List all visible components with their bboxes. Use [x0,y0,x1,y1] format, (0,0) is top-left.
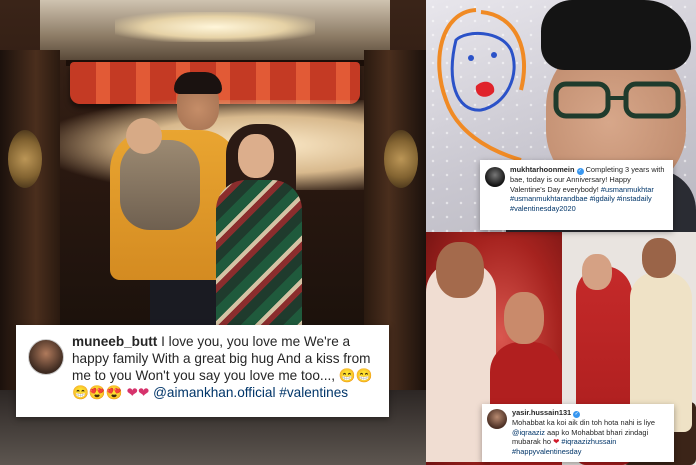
woman-figure [216,180,302,340]
username-link[interactable]: muneeb_butt [72,334,157,349]
avatar[interactable] [485,167,505,187]
mention-link[interactable]: @iqraaziz [512,428,545,437]
bride-face [582,254,612,290]
caption-text: yasir.hussain131 ✓ Mohabbat ka koi aik d… [512,408,669,456]
caption-body: Mohabbat ka koi aik din toh hota nahi is… [512,418,655,427]
caption-text: muneeb_butt I love you, you love me We'r… [72,333,379,401]
hashtag-link[interactable]: #usmanmukhtar [601,185,654,194]
groom-face [436,242,484,298]
heart-icon: ❤ [553,437,560,447]
glasses-icon [553,81,681,119]
wall-medallion-left [8,130,42,188]
username-link[interactable]: yasir.hussain131 [512,408,571,417]
verified-badge-icon: ✓ [573,411,581,418]
verified-badge-icon: ✓ [576,168,584,175]
hashtag-link[interactable]: #usmanmukhtarandbae #igdaily #instadaily… [510,194,652,213]
mention-link[interactable]: @aimankhan.official [153,385,275,400]
baby-face [126,118,162,154]
heart-icon: ❤❤ [126,385,150,400]
instagram-caption-card: muneeb_butt I love you, you love me We'r… [16,325,389,417]
avatar[interactable] [28,339,64,375]
instagram-caption-card: mukhtarhoonmein ✓ Completing 3 years wit… [480,160,673,230]
woman-face [238,134,274,178]
caption-text: mukhtarhoonmein ✓ Completing 3 years wit… [510,165,668,213]
username-link[interactable]: mukhtarhoonmein [510,165,574,174]
avatar[interactable] [487,409,507,429]
bride-face [504,292,544,344]
wall-medallion-right [384,130,418,188]
hashtag-link[interactable]: #valentines [279,385,348,400]
man-hair [174,72,222,94]
face-doodle-drawing [437,8,527,162]
groom-face [642,238,676,278]
baby-figure [120,140,200,230]
instagram-caption-card: yasir.hussain131 ✓ Mohabbat ka koi aik d… [482,404,674,462]
ceiling-light [115,12,315,42]
man-hair [541,0,691,70]
valentines-collage: muneeb_butt I love you, you love me We'r… [0,0,696,465]
